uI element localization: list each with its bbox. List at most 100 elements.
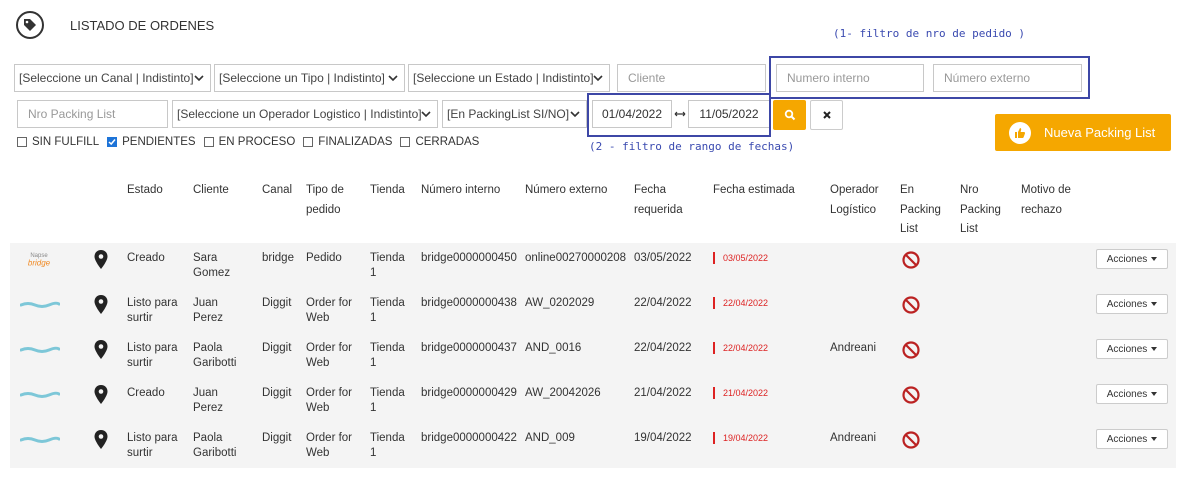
cell-operador: Andreani bbox=[830, 432, 877, 444]
cell-fecha-estimada: 21/04/2022 bbox=[713, 387, 768, 399]
cell-tienda: Tienda 1 bbox=[370, 252, 405, 279]
caret-down-icon bbox=[1151, 302, 1158, 306]
caret-down-icon bbox=[1151, 257, 1158, 261]
acciones-label: Acciones bbox=[1106, 253, 1148, 265]
checkbox-sin-fulfill[interactable]: SIN FULFILL bbox=[17, 136, 99, 148]
napse-bridge-logo: Napse bridge bbox=[20, 251, 58, 270]
cell-cliente: Paola Garibotti bbox=[193, 342, 237, 369]
map-pin-icon[interactable] bbox=[94, 340, 108, 360]
column-header-cliente: Cliente bbox=[193, 184, 229, 196]
status-checkboxes: SIN FULFILL PENDIENTES EN PROCESO FINALI… bbox=[17, 136, 487, 148]
acciones-button[interactable]: Acciones bbox=[1096, 384, 1168, 404]
checkbox-box[interactable] bbox=[17, 137, 27, 147]
column-header-operador: Operador Logístico bbox=[830, 184, 879, 216]
checkbox-box[interactable] bbox=[203, 137, 214, 147]
checkbox-box[interactable] bbox=[400, 137, 411, 147]
diggit-logo bbox=[19, 343, 61, 357]
tag-icon bbox=[16, 11, 44, 39]
packing-list-input[interactable]: Nro Packing List bbox=[17, 100, 168, 128]
tipo-select[interactable]: [Seleccione un Tipo | Indistinto] bbox=[214, 64, 405, 92]
nueva-packing-list-button[interactable]: Nueva Packing List bbox=[995, 114, 1171, 151]
column-header-tienda: Tienda bbox=[370, 184, 405, 196]
prohibited-icon bbox=[902, 251, 920, 269]
checkmark-icon bbox=[108, 139, 116, 146]
operador-select-value: [Seleccione un Operador Logistico | Indi… bbox=[177, 107, 422, 121]
canal-select-value: [Seleccione un Canal | Indistinto] bbox=[19, 71, 194, 85]
prohibited-icon bbox=[902, 386, 920, 404]
cell-estado: Creado bbox=[127, 387, 165, 399]
cell-externo: AW_20042026 bbox=[525, 387, 601, 399]
cell-cliente: Juan Perez bbox=[193, 387, 224, 414]
chevron-down-icon bbox=[593, 75, 603, 82]
acciones-button[interactable]: Acciones bbox=[1096, 339, 1168, 359]
cell-interno: bridge0000000437 bbox=[421, 342, 517, 354]
estado-select[interactable]: [Seleccione un Estado | Indistinto] bbox=[408, 64, 610, 92]
checkbox-box[interactable] bbox=[107, 137, 118, 147]
column-header-fecha-req: Fecha requerida bbox=[634, 184, 683, 216]
chevron-down-icon bbox=[421, 111, 431, 118]
numero-interno-input[interactable]: Numero interno bbox=[776, 64, 924, 92]
cell-externo: AND_0016 bbox=[525, 342, 582, 354]
chevron-down-icon bbox=[388, 75, 398, 82]
acciones-button[interactable]: Acciones bbox=[1096, 249, 1168, 269]
annotation-note-2: (2 - filtro de rango de fechas) bbox=[589, 140, 795, 153]
annotation-note-1: (1- filtro de nro de pedido ) bbox=[833, 27, 1026, 40]
checkbox-label: CERRADAS bbox=[415, 136, 480, 148]
checkbox-finalizadas[interactable]: FINALIZADAS bbox=[303, 136, 392, 148]
cell-operador: Andreani bbox=[830, 342, 877, 354]
canal-select[interactable]: [Seleccione un Canal | Indistinto] bbox=[14, 64, 211, 92]
tipo-select-value: [Seleccione un Tipo | Indistinto] bbox=[219, 71, 385, 85]
column-header-estado: Estado bbox=[127, 184, 163, 196]
en-packing-select-value: [En PackingList SI/NO] bbox=[447, 107, 570, 121]
map-pin-icon[interactable] bbox=[94, 250, 108, 270]
checkbox-en-proceso[interactable]: EN PROCESO bbox=[203, 136, 295, 148]
cell-fecha-estimada: 22/04/2022 bbox=[713, 297, 768, 309]
acciones-label: Acciones bbox=[1106, 388, 1148, 400]
cell-interno: bridge0000000438 bbox=[421, 297, 517, 309]
acciones-button[interactable]: Acciones bbox=[1096, 429, 1168, 449]
diggit-logo bbox=[19, 433, 61, 447]
svg-text:bridge: bridge bbox=[28, 259, 51, 268]
cell-tienda: Tienda 1 bbox=[370, 387, 405, 414]
highlight-box-fechas bbox=[587, 93, 771, 137]
table-row bbox=[10, 333, 1176, 378]
cell-interno: bridge0000000429 bbox=[421, 387, 517, 399]
column-header-interno: Número interno bbox=[421, 184, 501, 196]
map-pin-icon[interactable] bbox=[94, 295, 108, 315]
acciones-label: Acciones bbox=[1106, 298, 1148, 310]
map-pin-icon[interactable] bbox=[94, 385, 108, 405]
map-pin-icon[interactable] bbox=[94, 430, 108, 450]
checkbox-box[interactable] bbox=[303, 137, 314, 147]
cell-cliente: Juan Perez bbox=[193, 297, 224, 324]
en-packing-select[interactable]: [En PackingList SI/NO] bbox=[442, 100, 587, 128]
cell-interno: bridge0000000450 bbox=[421, 252, 517, 264]
prohibited-icon bbox=[902, 296, 920, 314]
acciones-button[interactable]: Acciones bbox=[1096, 294, 1168, 314]
checkbox-cerradas[interactable]: CERRADAS bbox=[400, 136, 479, 148]
cell-estado: Listo para surtir bbox=[127, 342, 178, 369]
column-header-nro-packing: Nro Packing List bbox=[960, 184, 1001, 235]
cell-externo: online00270000208 bbox=[525, 252, 627, 264]
cell-tipo: Order for Web bbox=[306, 387, 353, 414]
column-header-fecha-est: Fecha estimada bbox=[713, 184, 795, 196]
search-icon bbox=[784, 109, 795, 121]
cliente-input[interactable]: Cliente bbox=[617, 64, 766, 92]
cell-tienda: Tienda 1 bbox=[370, 297, 405, 324]
chevron-down-icon bbox=[194, 75, 204, 82]
operador-select[interactable]: [Seleccione un Operador Logistico | Indi… bbox=[172, 100, 438, 128]
column-header-en-packing: En Packing List bbox=[900, 184, 941, 235]
estado-select-value: [Seleccione un Estado | Indistinto] bbox=[413, 71, 594, 85]
search-button[interactable] bbox=[773, 100, 806, 130]
prohibited-icon bbox=[902, 341, 920, 359]
clear-button[interactable] bbox=[810, 100, 843, 130]
cell-tipo: Order for Web bbox=[306, 432, 353, 459]
page-title: LISTADO DE ORDENES bbox=[70, 18, 215, 33]
diggit-logo bbox=[19, 388, 61, 402]
cell-tienda: Tienda 1 bbox=[370, 342, 405, 369]
checkbox-pendientes[interactable]: PENDIENTES bbox=[107, 136, 196, 148]
table-row bbox=[10, 423, 1176, 468]
cell-fecha-estimada: 03/05/2022 bbox=[713, 252, 768, 264]
cell-fecha-req: 22/04/2022 bbox=[634, 297, 692, 309]
cell-externo: AND_009 bbox=[525, 432, 575, 444]
numero-externo-input[interactable]: Número externo bbox=[933, 64, 1082, 92]
